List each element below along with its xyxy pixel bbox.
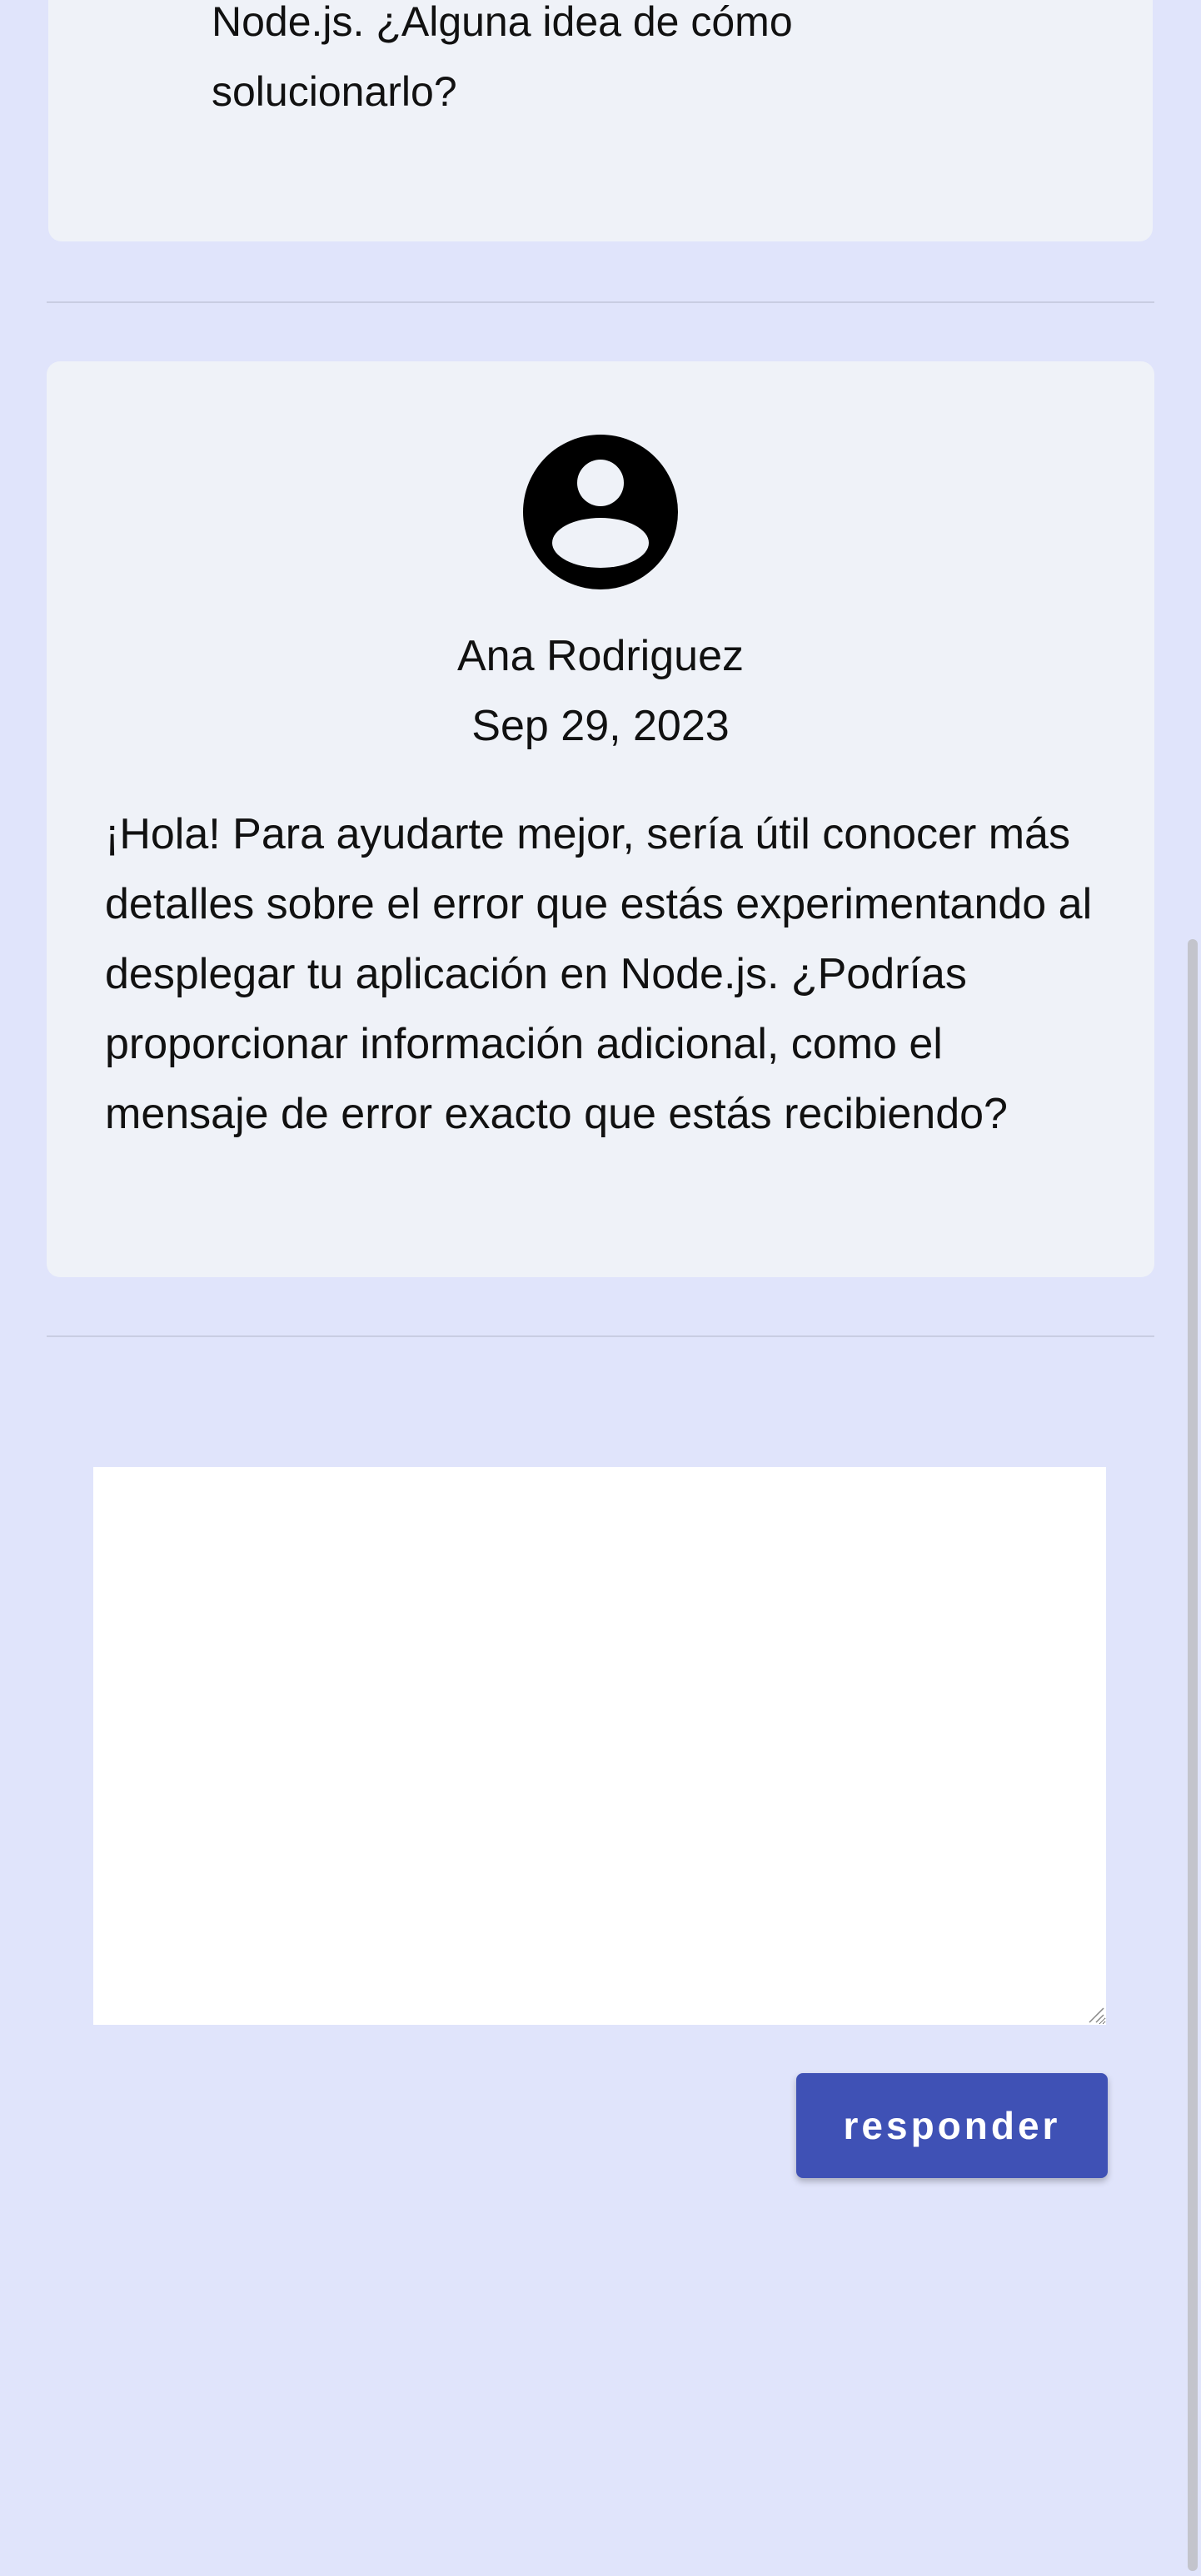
previous-post-text: Node.js. ¿Alguna idea de cómo solucionar… <box>212 0 1078 127</box>
previous-post-text-line1: Node.js. ¿Alguna idea de cómo <box>212 0 793 45</box>
account-circle-icon <box>523 435 678 589</box>
previous-post-card: Node.js. ¿Alguna idea de cómo solucionar… <box>48 0 1153 241</box>
post-author: Ana Rodriguez <box>457 632 744 680</box>
post-divider <box>47 301 1154 303</box>
post-date: Sep 29, 2023 <box>471 702 730 750</box>
post-divider <box>47 1335 1154 1337</box>
reply-button[interactable]: responder <box>796 2073 1108 2178</box>
scrollbar-thumb[interactable] <box>1188 939 1198 2571</box>
resize-handle-icon[interactable] <box>1088 2007 1104 2023</box>
reply-post-card: Ana Rodriguez Sep 29, 2023 ¡Hola! Para a… <box>47 361 1154 1277</box>
previous-post-text-line2: solucionarlo? <box>212 68 457 115</box>
post-body: ¡Hola! Para ayudarte mejor, sería útil c… <box>105 810 1093 1138</box>
reply-textarea[interactable] <box>93 1467 1106 2025</box>
